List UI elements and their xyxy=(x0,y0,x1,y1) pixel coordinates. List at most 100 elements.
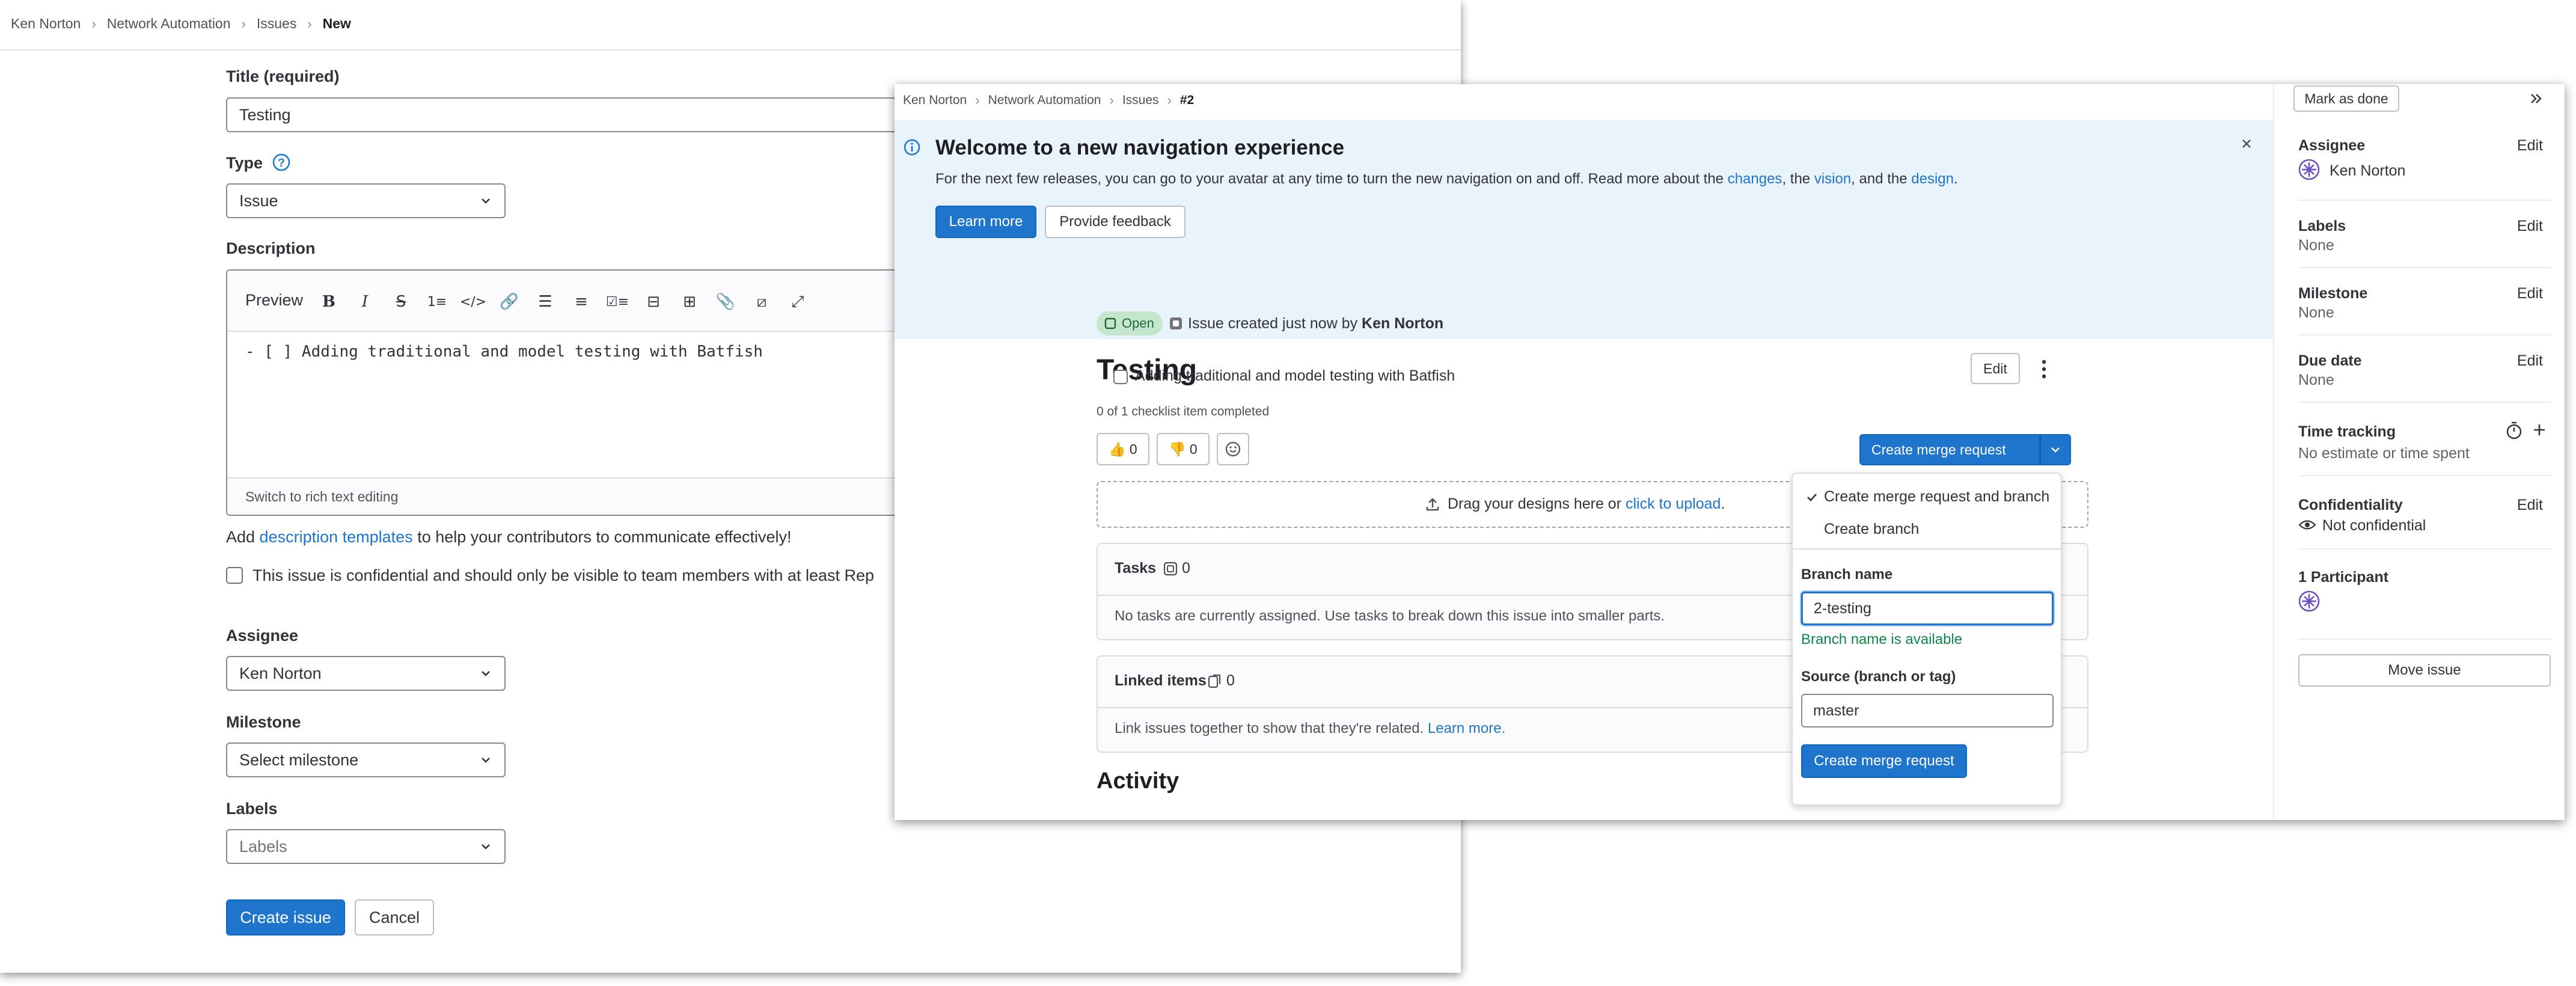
issue-meta-text: Issue created just now by xyxy=(1188,315,1362,332)
description-editor[interactable]: Preview B I S 1≡ </> 🔗 ☰ ≡ ☑≡ ⊟ ⊞ 📎 ⧄ ⤢ … xyxy=(226,269,947,516)
option-create-branch[interactable]: Create branch xyxy=(1824,521,1919,538)
code-icon[interactable]: </> xyxy=(460,292,486,312)
linked-items-title: Linked items xyxy=(1115,672,1207,689)
issue-breadcrumb: Ken Norton › Network Automation › Issues… xyxy=(903,93,1194,108)
collapsible-icon[interactable]: ⊟ xyxy=(643,292,664,312)
tasks-count: 0 xyxy=(1182,560,1190,577)
attachment-icon[interactable]: 📎 xyxy=(715,292,736,312)
dropdown-create-merge-request-button[interactable]: Create merge request xyxy=(1801,744,1967,778)
labels-select[interactable]: Labels xyxy=(226,829,506,864)
banner-text-sep: , and the xyxy=(1851,171,1912,187)
task-checkbox[interactable] xyxy=(1113,370,1128,384)
sidebar-assignee-name[interactable]: Ken Norton xyxy=(2330,162,2405,180)
type-select[interactable]: Issue xyxy=(226,183,506,218)
labels-label: Labels xyxy=(226,800,278,818)
sidebar-confidentiality-value: Not confidential xyxy=(2322,517,2426,534)
cancel-button[interactable]: Cancel xyxy=(355,899,434,935)
breadcrumb-current: #2 xyxy=(1179,93,1195,107)
task-list-icon[interactable]: ☑≡ xyxy=(606,292,629,312)
ordered-list-icon[interactable]: ≡ xyxy=(571,292,592,312)
milestone-edit-link[interactable]: Edit xyxy=(2517,285,2543,302)
link-icon[interactable]: 🔗 xyxy=(499,292,519,312)
breadcrumb-item[interactable]: Network Automation xyxy=(988,93,1101,108)
breadcrumb-item[interactable]: Issues xyxy=(1122,93,1159,108)
breadcrumb-item[interactable]: Network Automation xyxy=(107,16,231,32)
issue-open-icon xyxy=(1104,317,1116,329)
linked-items-learn-more-link[interactable]: Learn more. xyxy=(1428,720,1505,736)
option-create-mr-and-branch[interactable]: Create merge request and branch xyxy=(1824,488,2049,506)
participant-avatar[interactable] xyxy=(2298,590,2320,612)
linked-items-count: 0 xyxy=(1226,672,1235,689)
thumbs-up-button[interactable]: 👍 0 xyxy=(1097,433,1149,465)
status-text: Open xyxy=(1122,316,1154,331)
add-time-icon[interactable] xyxy=(2532,422,2547,438)
create-merge-request-button[interactable]: Create merge request xyxy=(1859,434,2040,465)
tasks-empty-text: No tasks are currently assigned. Use tas… xyxy=(1115,608,1665,624)
sidebar-time-tracking-label: Time tracking xyxy=(2298,423,2396,440)
breadcrumb-item[interactable]: Ken Norton xyxy=(11,16,81,32)
switch-rich-text[interactable]: Switch to rich text editing xyxy=(245,489,398,505)
check-icon xyxy=(1807,494,1817,501)
close-icon[interactable] xyxy=(2240,137,2253,150)
breadcrumb-separator-icon: › xyxy=(241,16,246,31)
numbered-list-icon[interactable]: 1≡ xyxy=(427,292,447,312)
description-templates-link[interactable]: description templates xyxy=(260,528,413,546)
templates-hint-suffix: to help your contributors to communicate… xyxy=(412,528,792,546)
merge-request-dropdown: Create merge request and branch Create b… xyxy=(1791,473,2062,806)
breadcrumb-item[interactable]: Ken Norton xyxy=(903,93,967,108)
italic-icon[interactable]: I xyxy=(355,292,375,312)
add-reaction-button[interactable] xyxy=(1217,433,1249,465)
avatar[interactable] xyxy=(2298,159,2320,180)
title-label: Title (required) xyxy=(226,67,340,85)
bullet-list-icon[interactable]: ☰ xyxy=(535,292,555,312)
navigation-banner: Welcome to a new navigation experience F… xyxy=(895,120,2273,339)
fullscreen-icon[interactable]: ⤢ xyxy=(788,292,808,312)
more-actions-icon[interactable] xyxy=(2040,358,2048,380)
editor-content[interactable]: - [ ] Adding traditional and model testi… xyxy=(245,343,763,361)
vision-link[interactable]: vision xyxy=(1814,171,1851,187)
design-link[interactable]: design xyxy=(1911,171,1954,187)
collapse-sidebar-icon[interactable] xyxy=(2529,93,2544,105)
description-label: Description xyxy=(226,239,316,257)
move-issue-button[interactable]: Move issue xyxy=(2298,654,2551,687)
source-input[interactable]: master xyxy=(1801,694,2054,727)
smiley-icon xyxy=(1225,441,1241,457)
quick-action-icon[interactable]: ⧄ xyxy=(751,292,772,312)
chevron-down-icon xyxy=(482,198,490,204)
thumbs-down-button[interactable]: 👎 0 xyxy=(1157,433,1210,465)
merge-request-options-toggle[interactable] xyxy=(2040,434,2071,465)
provide-feedback-button[interactable]: Provide feedback xyxy=(1045,206,1186,238)
milestone-select[interactable]: Select milestone xyxy=(226,743,506,777)
edit-issue-button[interactable]: Edit xyxy=(1971,353,2020,384)
templates-hint-prefix: Add xyxy=(226,528,260,546)
stopwatch-icon[interactable] xyxy=(2505,421,2523,440)
breadcrumb-item[interactable]: Issues xyxy=(257,16,296,32)
labels-edit-link[interactable]: Edit xyxy=(2517,218,2543,235)
create-issue-button[interactable]: Create issue xyxy=(226,899,345,935)
issue-author[interactable]: Ken Norton xyxy=(1362,315,1443,332)
table-icon[interactable]: ⊞ xyxy=(679,292,700,312)
breadcrumb-separator-icon: › xyxy=(975,93,980,108)
branch-name-input[interactable]: 2-testing xyxy=(1801,592,2054,625)
preview-tab[interactable]: Preview xyxy=(245,291,303,310)
title-input[interactable]: Testing xyxy=(226,97,947,132)
confidentiality-edit-link[interactable]: Edit xyxy=(2517,497,2543,514)
help-icon[interactable]: ? xyxy=(272,153,291,172)
task-count-icon xyxy=(1163,562,1178,576)
strikethrough-icon[interactable]: S xyxy=(391,292,411,312)
click-to-upload-link[interactable]: click to upload xyxy=(1626,495,1721,512)
learn-more-button[interactable]: Learn more xyxy=(935,206,1036,238)
changes-link[interactable]: changes xyxy=(1728,171,1782,187)
bold-icon[interactable]: B xyxy=(319,292,339,312)
confidential-label: This issue is confidential and should on… xyxy=(252,566,875,584)
due-date-edit-link[interactable]: Edit xyxy=(2517,352,2543,370)
confidential-checkbox[interactable] xyxy=(226,567,243,584)
linked-items-description: Link issues together to show that they'r… xyxy=(1115,720,1428,736)
sidebar-divider xyxy=(2298,475,2551,476)
banner-title: Welcome to a new navigation experience xyxy=(935,136,1345,159)
type-label: Type xyxy=(226,154,263,172)
assignee-select[interactable]: Ken Norton xyxy=(226,656,506,691)
thumbs-up-icon: 👍 xyxy=(1109,441,1126,457)
mark-as-done-button[interactable]: Mark as done xyxy=(2293,85,2399,112)
assignee-edit-link[interactable]: Edit xyxy=(2517,137,2543,155)
